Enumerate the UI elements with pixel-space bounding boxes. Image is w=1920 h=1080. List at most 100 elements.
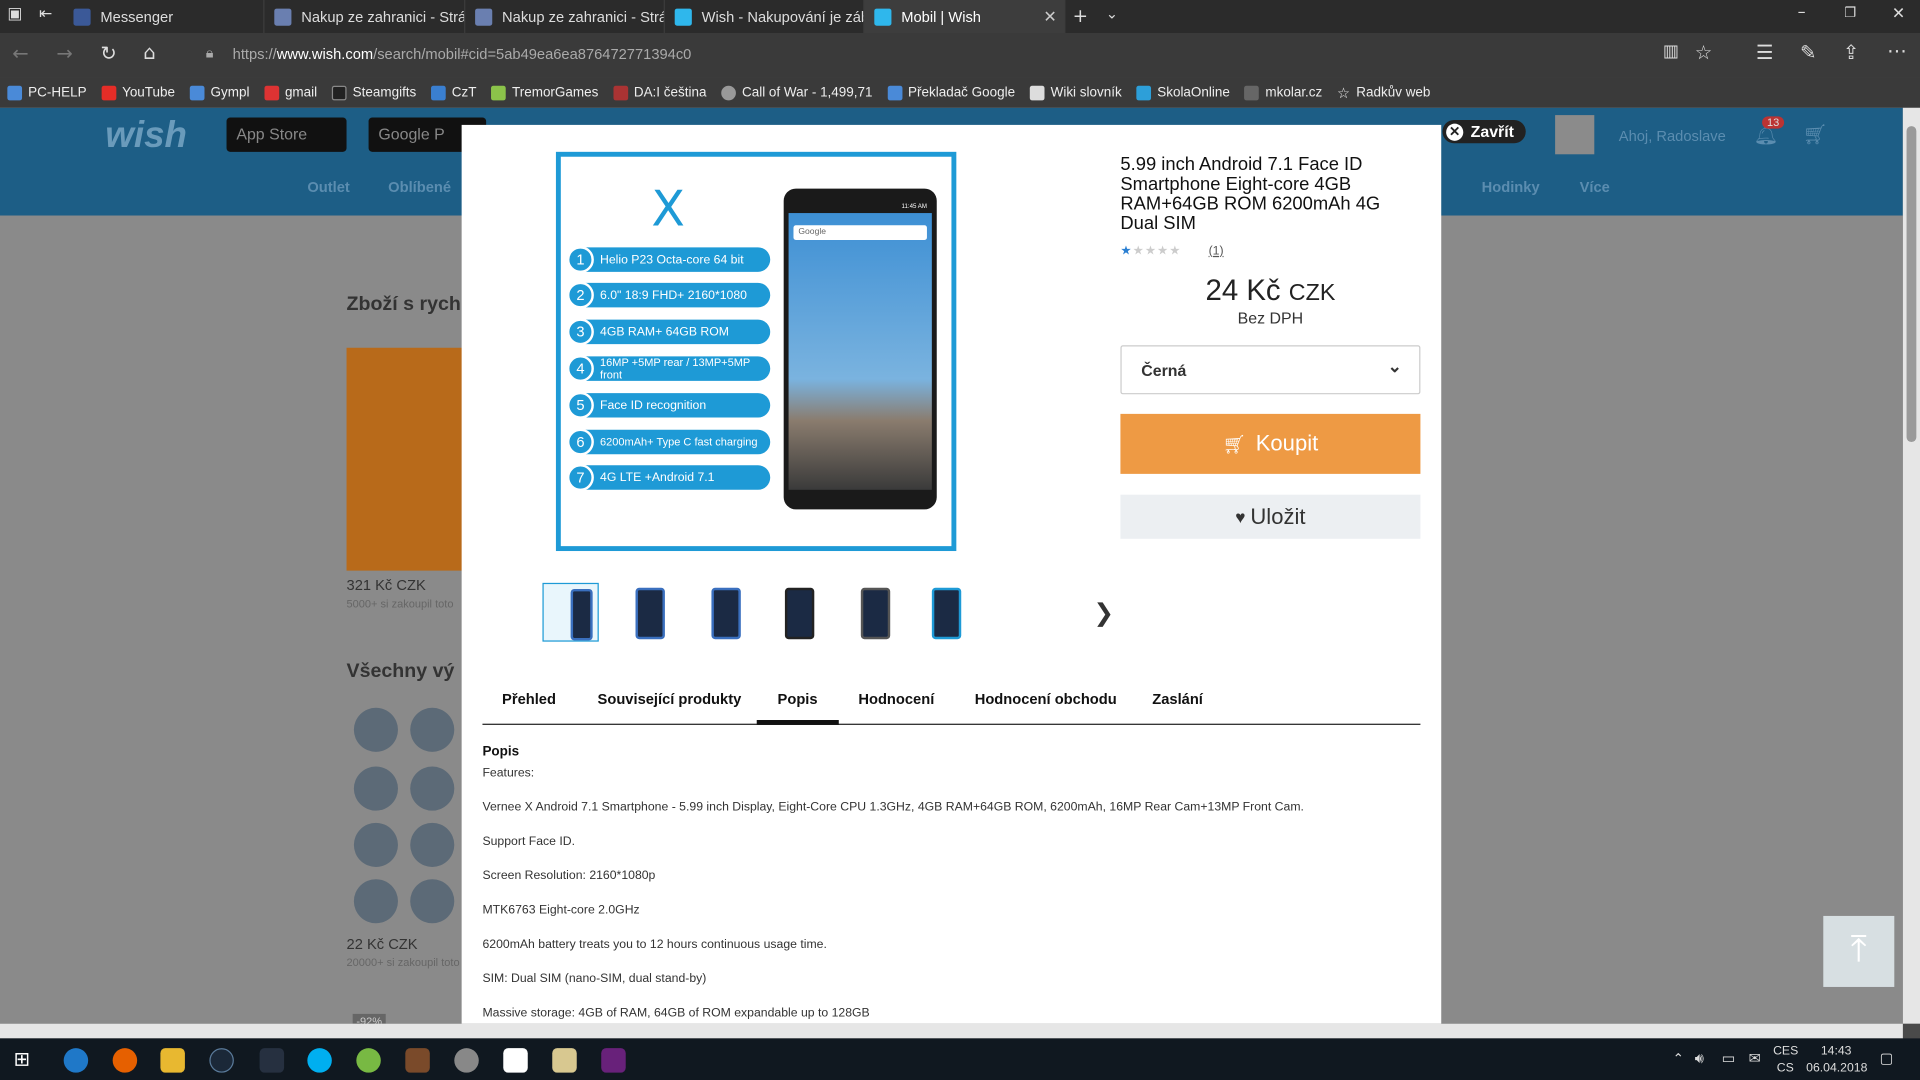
tab-nakup-2[interactable]: Nakup ze zahranici - Stránk bbox=[465, 0, 665, 34]
bookmark-icon bbox=[7, 85, 23, 100]
bookmark-wiki[interactable]: Wiki slovník bbox=[1029, 85, 1122, 100]
bookmark-call-of-war[interactable]: Call of War - 1,499,71 bbox=[721, 85, 873, 100]
tab-list-icon[interactable]: ▣ bbox=[7, 5, 22, 23]
bookmark-gympl[interactable]: Gympl bbox=[189, 85, 249, 100]
product-thumb[interactable] bbox=[353, 707, 398, 752]
tab-zaslani[interactable]: Zaslání bbox=[1152, 691, 1203, 708]
avatar[interactable] bbox=[1555, 115, 1595, 155]
cart-icon[interactable]: 🛒︎ bbox=[1802, 122, 1827, 146]
thumbnail-6[interactable] bbox=[920, 583, 976, 642]
buy-button[interactable]: 🛒︎ Koupit bbox=[1120, 413, 1421, 474]
product-thumb[interactable] bbox=[410, 707, 455, 752]
refresh-icon[interactable]: ↻ bbox=[100, 42, 116, 65]
firefox-icon[interactable] bbox=[112, 1048, 138, 1073]
product-modal: X 1 Helio P23 Octa-core 64 bit 2 6.0" 18:9… bbox=[461, 124, 1442, 1024]
bookmark-tremorgames[interactable]: TremorGames bbox=[491, 85, 598, 100]
network-icon[interactable]: ▭ bbox=[1722, 1049, 1736, 1066]
clock-time[interactable]: 14:43 bbox=[1821, 1044, 1852, 1057]
tab-nakup-1[interactable]: Nakup ze zahranici - Stránk bbox=[264, 0, 466, 34]
scroll-to-top-button[interactable]: ⤒ bbox=[1823, 915, 1895, 987]
folder-icon[interactable] bbox=[552, 1048, 577, 1073]
bookmark-youtube[interactable]: YouTube bbox=[101, 85, 175, 100]
thumbnail-3[interactable] bbox=[697, 583, 753, 642]
wish-logo[interactable]: wish bbox=[105, 115, 187, 157]
product-thumb[interactable] bbox=[410, 822, 455, 867]
restore-icon[interactable]: ❐ bbox=[1844, 5, 1856, 21]
horizontal-scrollbar[interactable] bbox=[0, 1023, 1903, 1039]
dropbox-icon[interactable] bbox=[503, 1048, 528, 1073]
set-aside-tabs-icon[interactable]: ⇤ bbox=[39, 5, 52, 23]
app-icon[interactable] bbox=[259, 1048, 285, 1073]
more-icon[interactable]: ⋯ bbox=[1887, 39, 1907, 62]
hub-icon[interactable]: ☰ bbox=[1756, 40, 1774, 63]
greeting[interactable]: Ahoj, Radoslave bbox=[1619, 127, 1726, 144]
scrollbar-thumb[interactable] bbox=[1906, 126, 1917, 443]
bookmark-mkolar[interactable]: mkolar.cz bbox=[1244, 85, 1322, 100]
rating-count[interactable]: (1) bbox=[1209, 245, 1224, 258]
close-modal-button[interactable]: ✕ Zavřít bbox=[1442, 120, 1527, 144]
new-tab-icon[interactable]: + bbox=[1073, 5, 1088, 27]
tab-popis[interactable]: Popis bbox=[756, 691, 839, 725]
product-main-image[interactable]: X 1 Helio P23 Octa-core 64 bit 2 6.0" 18:9… bbox=[555, 151, 957, 552]
bookmark-pc-help[interactable]: PC-HELP bbox=[7, 85, 87, 100]
steam-icon[interactable] bbox=[209, 1048, 234, 1073]
product-thumb[interactable] bbox=[353, 879, 398, 924]
action-center-icon[interactable]: ▢ bbox=[1880, 1049, 1894, 1066]
bookmark-czt[interactable]: CzT bbox=[430, 85, 477, 100]
edge-icon[interactable] bbox=[63, 1048, 89, 1073]
message-icon[interactable]: ✉ bbox=[1749, 1049, 1761, 1066]
color-select[interactable]: Černá ⌄ bbox=[1120, 345, 1421, 395]
volume-icon[interactable]: 🔊︎ bbox=[1695, 1049, 1704, 1067]
bookmark-google-translate[interactable]: Překladač Google bbox=[887, 85, 1015, 100]
visual-studio-icon[interactable] bbox=[601, 1048, 626, 1073]
skype-icon[interactable] bbox=[307, 1048, 332, 1073]
thumbnail-1[interactable] bbox=[542, 582, 599, 642]
language-indicator[interactable]: CES bbox=[1773, 1044, 1798, 1057]
nav-hodinky[interactable]: Hodinky bbox=[1482, 179, 1540, 196]
thumbnail-2[interactable] bbox=[621, 583, 677, 642]
tab-preview-chevron-icon[interactable]: ⌄ bbox=[1106, 5, 1118, 22]
tab-mobil-wish[interactable]: Mobil | Wish ✕ bbox=[864, 0, 1066, 34]
windows-start-icon[interactable]: ⊞ bbox=[13, 1047, 29, 1070]
game-icon[interactable] bbox=[405, 1048, 430, 1073]
bookmark-dai[interactable]: DA:I čeština bbox=[613, 85, 706, 100]
back-icon[interactable]: ← bbox=[12, 42, 28, 65]
app-icon[interactable] bbox=[454, 1048, 479, 1073]
nav-vice[interactable]: Více bbox=[1580, 179, 1610, 196]
close-tab-icon[interactable]: ✕ bbox=[1043, 7, 1056, 27]
thumbnail-5[interactable] bbox=[846, 583, 902, 642]
product-thumb[interactable] bbox=[410, 766, 455, 811]
thumbnail-4[interactable] bbox=[770, 583, 826, 642]
product-thumb[interactable] bbox=[353, 822, 398, 867]
tab-hodnoceni[interactable]: Hodnocení bbox=[858, 691, 934, 708]
nav-oblibene[interactable]: Oblíbené bbox=[388, 179, 451, 196]
tab-wish-home[interactable]: Wish - Nakupování je zábav bbox=[665, 0, 865, 34]
tab-prehled[interactable]: Přehled bbox=[502, 691, 556, 708]
home-icon[interactable]: ⌂ bbox=[143, 40, 155, 63]
utorrent-icon[interactable] bbox=[356, 1048, 381, 1073]
chevron-right-icon[interactable]: ❯ bbox=[1093, 598, 1114, 629]
reading-view-icon[interactable]: ▥ bbox=[1663, 42, 1679, 62]
walkie-talkie-image[interactable] bbox=[346, 347, 463, 571]
tray-chevron-up-icon[interactable]: ⌃ bbox=[1673, 1051, 1684, 1067]
tab-hodnoceni-obchodu[interactable]: Hodnocení obchodu bbox=[975, 691, 1117, 708]
product-thumb[interactable] bbox=[353, 766, 398, 811]
bookmark-skolaonline[interactable]: SkolaOnline bbox=[1136, 85, 1230, 100]
tab-messenger[interactable]: Messenger bbox=[64, 0, 265, 34]
app-store-badge[interactable]: App Store bbox=[226, 117, 347, 152]
bookmark-gmail[interactable]: gmail bbox=[264, 85, 317, 100]
tab-souvisejici[interactable]: Související produkty bbox=[598, 691, 742, 708]
file-explorer-icon[interactable] bbox=[160, 1048, 185, 1073]
share-icon[interactable]: ⇪ bbox=[1843, 40, 1859, 63]
save-button[interactable]: ♥ Uložit bbox=[1120, 494, 1421, 539]
forward-icon[interactable]: → bbox=[56, 42, 72, 65]
web-note-icon[interactable]: ✎ bbox=[1800, 40, 1816, 63]
close-window-icon[interactable]: ✕ bbox=[1892, 5, 1905, 23]
nav-outlet[interactable]: Outlet bbox=[307, 179, 349, 196]
url-field[interactable]: https://www.wish.com/search/mobil#cid=5a… bbox=[233, 45, 692, 62]
bookmark-radkuv-web[interactable]: ☆ Radkův web bbox=[1337, 84, 1430, 101]
bookmark-steamgifts[interactable]: Steamgifts bbox=[331, 85, 416, 100]
favorite-star-icon[interactable]: ☆ bbox=[1695, 40, 1713, 63]
product-thumb[interactable] bbox=[410, 879, 455, 924]
minimize-icon[interactable]: – bbox=[1798, 4, 1806, 22]
